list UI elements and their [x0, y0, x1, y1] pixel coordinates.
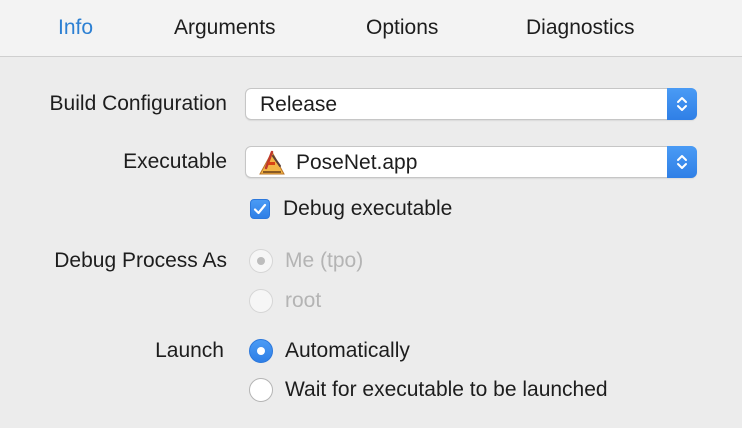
radio-wait-for-executable-label: Wait for executable to be launched: [285, 378, 608, 401]
debug-executable-label: Debug executable: [283, 197, 453, 220]
tab-arguments[interactable]: Arguments: [174, 14, 276, 42]
radio-automatically-label: Automatically: [285, 339, 410, 362]
debug-executable-checkbox[interactable]: [250, 199, 270, 219]
tab-info[interactable]: Info: [58, 14, 93, 42]
app-icon: [258, 150, 286, 181]
build-configuration-value: Release: [260, 93, 338, 116]
executable-value: PoseNet.app: [296, 151, 418, 174]
popup-stepper-icon: [667, 146, 697, 178]
build-configuration-popup[interactable]: Release: [245, 88, 697, 120]
radio-root-label: root: [285, 289, 322, 312]
radio-automatically[interactable]: [249, 339, 273, 363]
radio-me-label: Me (tpo): [285, 249, 364, 272]
popup-stepper-icon: [667, 88, 697, 120]
radio-wait-for-executable[interactable]: [249, 378, 273, 402]
executable-label: Executable: [123, 150, 227, 173]
executable-popup[interactable]: PoseNet.app: [245, 146, 697, 178]
build-configuration-label: Build Configuration: [49, 92, 227, 115]
checkmark-icon: [253, 203, 267, 215]
debug-process-as-label: Debug Process As: [54, 249, 227, 272]
tab-bar: Info Arguments Options Diagnostics: [0, 0, 742, 57]
radio-root[interactable]: [249, 289, 273, 313]
launch-label: Launch: [155, 339, 224, 362]
tab-options[interactable]: Options: [366, 14, 438, 42]
radio-me[interactable]: [249, 249, 273, 273]
tab-diagnostics[interactable]: Diagnostics: [526, 14, 635, 42]
